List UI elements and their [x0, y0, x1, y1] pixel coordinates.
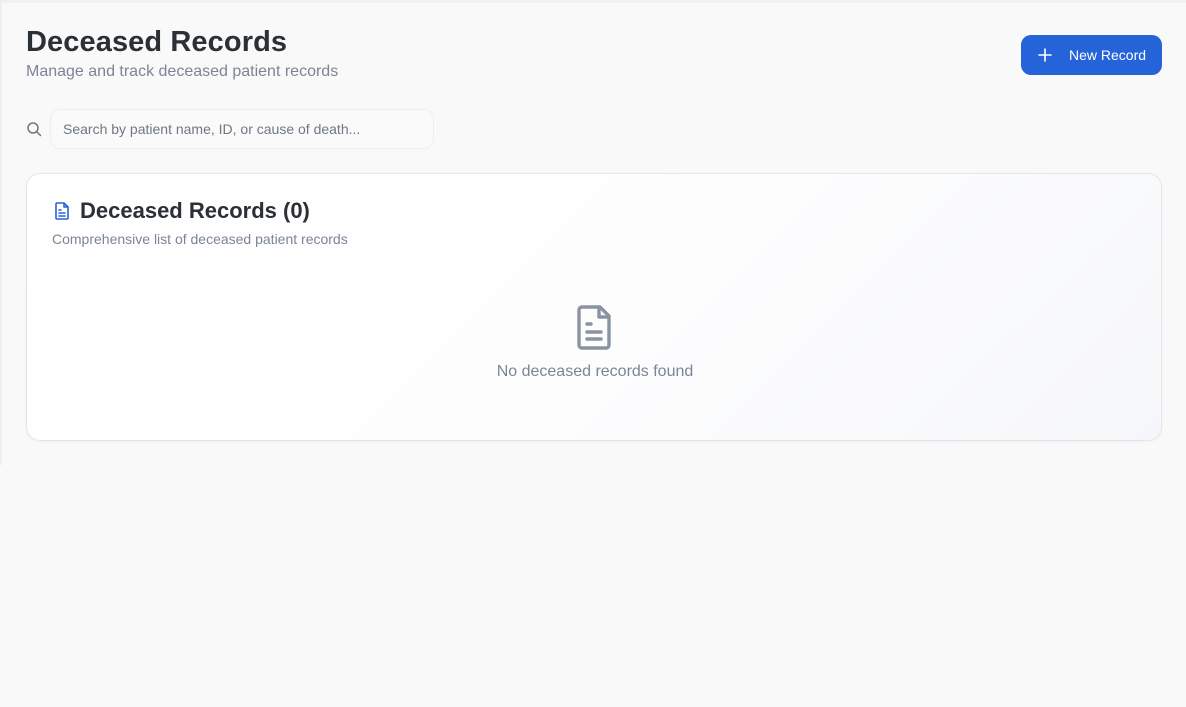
new-record-label: New Record	[1069, 47, 1147, 63]
sidebar-edge	[0, 0, 2, 465]
records-card-title: Deceased Records (0)	[80, 198, 310, 223]
empty-state-message: No deceased records found	[496, 363, 694, 380]
records-card: Deceased Records (0) Comprehensive list …	[26, 173, 1162, 441]
page-title: Deceased Records	[26, 26, 288, 58]
search-input[interactable]	[50, 109, 434, 149]
page-subtitle: Manage and track deceased patient record…	[26, 63, 339, 80]
records-card-subtitle: Comprehensive list of deceased patient r…	[52, 231, 348, 247]
search-icon	[27, 122, 42, 137]
app-root: Deceased Records Manage and track deceas…	[0, 0, 1186, 707]
empty-state-file-icon	[577, 305, 611, 350]
plus-icon	[1038, 48, 1052, 62]
top-divider	[0, 0, 1186, 3]
new-record-button[interactable]: New Record	[1021, 35, 1162, 75]
file-text-icon	[55, 202, 69, 220]
